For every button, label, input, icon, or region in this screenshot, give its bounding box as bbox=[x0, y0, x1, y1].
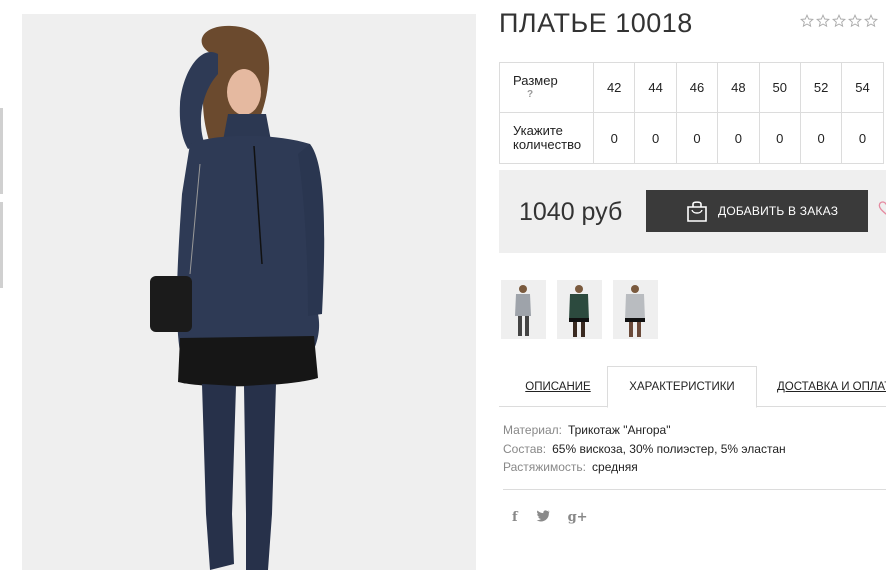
product-title: ПЛАТЬЕ 10018 bbox=[499, 8, 693, 38]
size-cell: 44 bbox=[634, 62, 677, 113]
add-to-order-button[interactable]: ДОБАВИТЬ В ЗАКАЗ bbox=[646, 190, 868, 232]
quantity-input[interactable]: 0 bbox=[592, 112, 636, 164]
gallery-thumb[interactable] bbox=[0, 202, 3, 288]
tab-description[interactable]: ОПИСАНИЕ bbox=[507, 366, 609, 407]
gallery-thumb-strip bbox=[0, 108, 3, 296]
size-label: Размер bbox=[513, 72, 558, 88]
characteristic-key: Растяжимость: bbox=[503, 460, 587, 474]
quantity-label: Укажите количество bbox=[499, 112, 594, 164]
characteristic-row: Растяжимость: средняя bbox=[503, 458, 786, 477]
price: 1040 руб bbox=[519, 198, 623, 226]
price-box: 1040 руб ДОБАВИТЬ В ЗАКАЗ bbox=[499, 170, 886, 253]
quantity-input[interactable]: 0 bbox=[717, 112, 760, 164]
color-thumb-light-grey[interactable] bbox=[613, 280, 658, 339]
characteristic-value: средняя bbox=[592, 460, 638, 474]
size-label-cell: Размер ? bbox=[499, 62, 594, 113]
quantity-row: Укажите количество 0 0 0 0 0 0 0 bbox=[499, 112, 884, 164]
gallery-thumb[interactable] bbox=[0, 108, 3, 194]
size-cell: 54 bbox=[841, 62, 884, 113]
tab-delivery-payment[interactable]: ДОСТАВКА И ОПЛАТА bbox=[777, 366, 886, 407]
star-icon[interactable] bbox=[800, 14, 814, 28]
characteristic-value: 65% вискоза, 30% полиэстер, 5% эластан bbox=[552, 441, 786, 456]
google-plus-icon[interactable]: g+ bbox=[568, 510, 588, 525]
color-thumbnails bbox=[501, 280, 658, 339]
quantity-input[interactable]: 0 bbox=[841, 112, 884, 164]
facebook-icon[interactable]: f bbox=[512, 510, 518, 525]
divider bbox=[503, 489, 886, 490]
characteristics-list: Материал: Трикотаж "Ангора" Состав: 65% ви… bbox=[503, 421, 786, 477]
size-help-icon[interactable]: ? bbox=[513, 88, 593, 102]
size-cell: 42 bbox=[592, 62, 636, 113]
size-row: Размер ? 42 44 46 48 50 52 54 bbox=[499, 62, 884, 113]
color-thumb-green[interactable] bbox=[557, 280, 602, 339]
quantity-input[interactable]: 0 bbox=[675, 112, 719, 164]
favorite-heart-icon[interactable] bbox=[878, 200, 886, 216]
shopping-bag-icon bbox=[684, 198, 710, 224]
star-icon[interactable] bbox=[848, 14, 862, 28]
characteristic-key: Материал: bbox=[503, 423, 562, 437]
characteristic-row: Состав: 65% вискоза, 30% полиэстер, 5% эл… bbox=[503, 440, 786, 459]
tab-characteristics[interactable]: ХАРАКТЕРИСТИКИ bbox=[607, 366, 757, 408]
color-thumb-grey[interactable] bbox=[501, 280, 546, 339]
twitter-icon[interactable] bbox=[536, 510, 550, 525]
main-product-photo[interactable] bbox=[22, 14, 476, 570]
quantity-input[interactable]: 0 bbox=[758, 112, 801, 164]
star-icon[interactable] bbox=[864, 14, 878, 28]
characteristic-key: Состав: bbox=[503, 441, 547, 456]
size-cell: 50 bbox=[758, 62, 801, 113]
size-cell: 52 bbox=[799, 62, 843, 113]
product-tabs: ОПИСАНИЕ ХАРАКТЕРИСТИКИ ДОСТАВКА И ОПЛАТ… bbox=[499, 366, 886, 408]
characteristic-value: Трикотаж "Ангора" bbox=[567, 423, 671, 437]
size-cell: 46 bbox=[675, 62, 719, 113]
star-icon[interactable] bbox=[816, 14, 830, 28]
quantity-input[interactable]: 0 bbox=[799, 112, 843, 164]
characteristic-row: Материал: Трикотаж "Ангора" bbox=[503, 421, 786, 440]
size-cell: 48 bbox=[717, 62, 760, 113]
add-to-order-label: ДОБАВИТЬ В ЗАКАЗ bbox=[718, 204, 839, 218]
rating-stars[interactable] bbox=[800, 14, 878, 28]
quantity-input[interactable]: 0 bbox=[634, 112, 677, 164]
social-share: f g+ bbox=[512, 510, 588, 525]
star-icon[interactable] bbox=[832, 14, 846, 28]
size-table: Размер ? 42 44 46 48 50 52 54 Укажите ко… bbox=[499, 62, 884, 164]
